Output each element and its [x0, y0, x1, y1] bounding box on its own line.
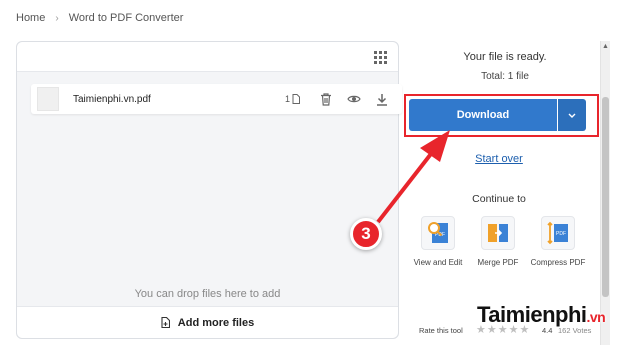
drop-hint: You can drop files here to add: [134, 288, 281, 300]
breadcrumb-current: Word to PDF Converter: [68, 12, 184, 24]
compress-pdf-icon: PDF: [541, 216, 575, 250]
merge-pdf-tool[interactable]: Merge PDF: [468, 216, 528, 267]
merge-pdf-icon: [481, 216, 515, 250]
file-list-toolbar: [17, 42, 398, 72]
page-count-value: 1: [284, 94, 290, 104]
rate-tool-label: Rate this tool: [419, 326, 463, 335]
page-icon: [292, 94, 300, 104]
ready-title: Your file is ready.: [463, 51, 547, 63]
svg-text:PDF: PDF: [556, 231, 566, 237]
breadcrumb: Home › Word to PDF Converter: [16, 12, 183, 24]
merge-pdf-label: Merge PDF: [477, 258, 519, 267]
download-label: Download: [456, 109, 510, 121]
view-edit-pdf-icon: PDF: [421, 216, 455, 250]
view-and-edit-label: View and Edit: [413, 258, 463, 267]
view-and-edit-tool[interactable]: PDF View and Edit: [408, 216, 468, 267]
file-name: Taimienphi.vn.pdf: [73, 93, 151, 105]
total-files: Total: 1 file: [481, 71, 529, 82]
file-list-panel: Taimienphi.vn.pdf 1 You can drop files h…: [16, 41, 402, 339]
scroll-up-icon[interactable]: ▲: [602, 43, 609, 50]
add-file-icon: [161, 317, 170, 328]
download-options-button[interactable]: [558, 99, 586, 131]
breadcrumb-home[interactable]: Home: [16, 12, 45, 24]
taimienphi-watermark-logo: Taimienphi.vn: [477, 302, 606, 327]
chevron-right-icon: ›: [55, 12, 59, 24]
start-over-link[interactable]: Start over: [400, 153, 598, 165]
chevron-down-icon: [568, 113, 576, 118]
add-more-files-button[interactable]: Add more files: [17, 306, 398, 338]
compress-pdf-tool[interactable]: PDF Compress PDF: [528, 216, 588, 267]
grid-view-icon[interactable]: [370, 48, 390, 66]
add-more-files-label: Add more files: [177, 316, 255, 329]
scrollbar[interactable]: ▲: [600, 41, 610, 345]
download-button[interactable]: Download: [409, 99, 557, 131]
file-thumbnail: [37, 87, 59, 111]
page-count: 1: [285, 94, 300, 104]
continue-to-heading: Continue to: [472, 193, 526, 205]
eye-icon[interactable]: [346, 91, 362, 107]
scrollbar-thumb[interactable]: [602, 97, 609, 297]
compress-pdf-label: Compress PDF: [530, 258, 586, 267]
download-icon[interactable]: [374, 91, 390, 107]
result-panel: Your file is ready. Total: 1 file Downlo…: [400, 41, 610, 345]
trash-icon[interactable]: [318, 91, 334, 107]
file-row: Taimienphi.vn.pdf 1: [31, 84, 402, 114]
step-number-badge: 3: [350, 218, 382, 250]
